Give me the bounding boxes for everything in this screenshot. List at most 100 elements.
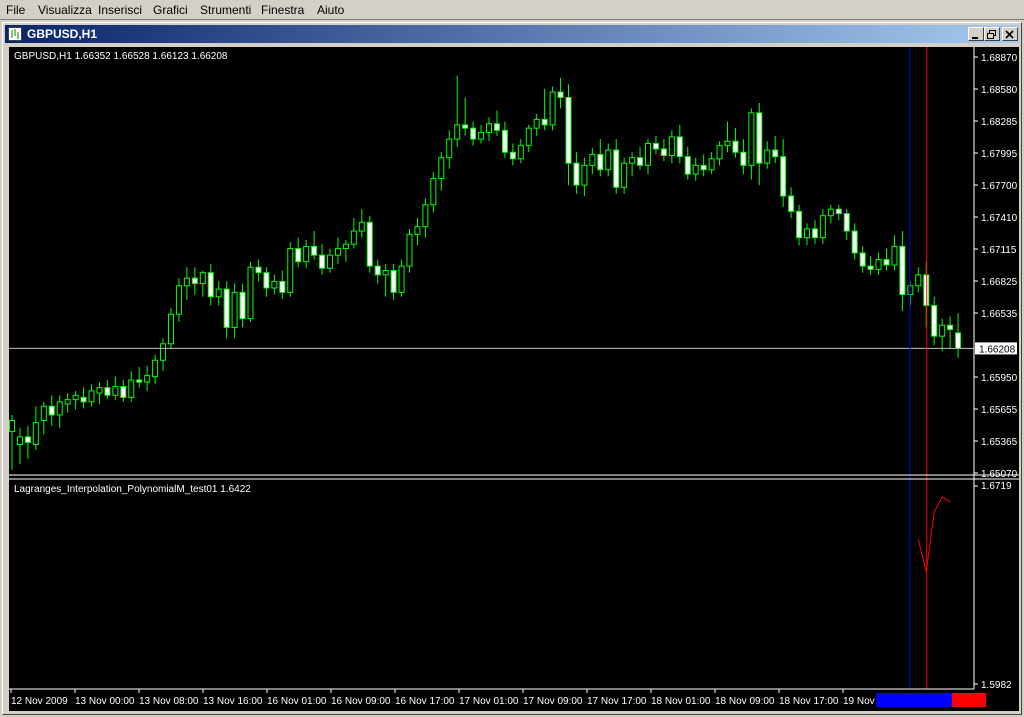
candle-body	[430, 178, 437, 206]
candle	[867, 256, 874, 275]
menu-file[interactable]: File	[6, 3, 25, 17]
time-tick-label: 17 Nov 17:00	[587, 696, 647, 707]
candle-body	[501, 129, 508, 153]
candle	[557, 77, 564, 109]
candle	[223, 281, 230, 339]
candle	[16, 428, 23, 465]
menu-grafici[interactable]: Grafici	[153, 3, 188, 17]
candle	[9, 414, 15, 470]
candle-body	[692, 164, 699, 175]
time-tick-label: 12 Nov 2009	[11, 696, 68, 707]
candle-body	[311, 245, 318, 256]
candle	[183, 267, 190, 301]
candle	[883, 248, 890, 271]
candle-body	[40, 405, 47, 421]
window-title: GBPUSD,H1	[27, 27, 98, 41]
candle	[382, 263, 389, 297]
close-button[interactable]	[1002, 27, 1018, 41]
restore-button[interactable]	[984, 27, 1000, 41]
window-titlebar[interactable]: GBPUSD,H1	[5, 25, 1019, 43]
candle	[112, 376, 119, 400]
candle-body	[891, 245, 898, 266]
candle-body	[581, 164, 588, 186]
candle-body	[358, 221, 365, 232]
candles-layer	[9, 75, 962, 470]
candle	[191, 267, 198, 295]
candle-body	[24, 436, 31, 443]
candle	[748, 108, 755, 180]
candle	[88, 384, 95, 407]
candle-body	[629, 157, 636, 164]
candle-body	[454, 124, 461, 140]
candle-body	[939, 324, 946, 337]
candle	[40, 401, 47, 435]
candle-body	[660, 148, 667, 157]
candle-body	[716, 145, 723, 160]
candle-body	[223, 288, 230, 328]
candle-body	[859, 252, 866, 267]
candle-body	[446, 138, 453, 159]
candle-body	[287, 248, 294, 293]
candle-body	[438, 157, 445, 180]
candle-body	[128, 379, 135, 398]
candle-body	[589, 153, 596, 166]
candle-body	[478, 132, 485, 140]
price-tick-label: 1.67115	[981, 245, 1017, 256]
menu-visualizza[interactable]: Visualizza	[38, 3, 92, 17]
candle-body	[684, 156, 691, 175]
chart-info-label: GBPUSD,H1 1.66352 1.66528 1.66123 1.6620…	[14, 51, 228, 62]
candle	[939, 318, 946, 352]
candle-body	[541, 118, 548, 126]
candle-body	[215, 288, 222, 298]
menu-finestra[interactable]: Finestra	[261, 3, 304, 17]
candle	[899, 231, 906, 311]
time-tick-label: 16 Nov 09:00	[331, 696, 391, 707]
candle	[199, 270, 206, 297]
menu-strumenti[interactable]: Strumenti	[200, 3, 251, 17]
candle	[454, 75, 461, 147]
candle	[342, 239, 349, 262]
candle-body	[740, 151, 747, 166]
minimize-button[interactable]	[968, 27, 984, 41]
candle-body	[605, 149, 612, 171]
price-tick-label: 1.65365	[981, 437, 1018, 448]
candle	[414, 217, 421, 246]
restore-icon	[987, 30, 996, 39]
candle-body	[486, 123, 492, 134]
candle-body	[796, 210, 803, 239]
chart-area[interactable]: GBPUSD,H1 1.66352 1.66528 1.66123 1.6620…	[9, 47, 1019, 711]
candle	[740, 139, 747, 175]
candle	[835, 204, 842, 221]
candle-body	[819, 215, 826, 239]
candle	[708, 152, 715, 175]
candle	[215, 281, 222, 306]
candle-body	[708, 158, 715, 171]
candle-body	[827, 208, 834, 217]
candle	[565, 84, 572, 186]
candle-body	[247, 266, 254, 320]
candle-body	[525, 127, 532, 147]
indicator-top-value: 1.6719	[981, 481, 1012, 492]
candle-body	[867, 265, 874, 270]
candle	[501, 121, 508, 158]
time-tick-label: 18 Nov 17:00	[779, 696, 839, 707]
candle	[470, 121, 477, 146]
candle-body	[319, 254, 326, 269]
candle	[311, 231, 318, 260]
menu-aiuto[interactable]: Aiuto	[317, 3, 344, 17]
chart-canvas[interactable]: GBPUSD,H1 1.66352 1.66528 1.66123 1.6620…	[9, 47, 1019, 711]
price-tick-label: 1.65070	[981, 469, 1018, 480]
candle	[764, 141, 771, 169]
candle	[756, 102, 763, 186]
time-tick-label: 18 Nov 09:00	[715, 696, 775, 707]
candle	[589, 147, 596, 175]
candle-body	[883, 259, 890, 266]
candle	[295, 237, 302, 268]
candle-body	[168, 313, 174, 345]
candle-body	[422, 204, 429, 228]
candle-body	[565, 97, 572, 164]
candle-body	[493, 123, 500, 131]
candle	[788, 187, 795, 218]
menu-inserisci[interactable]: Inserisci	[98, 3, 142, 17]
candle-body	[398, 265, 405, 293]
